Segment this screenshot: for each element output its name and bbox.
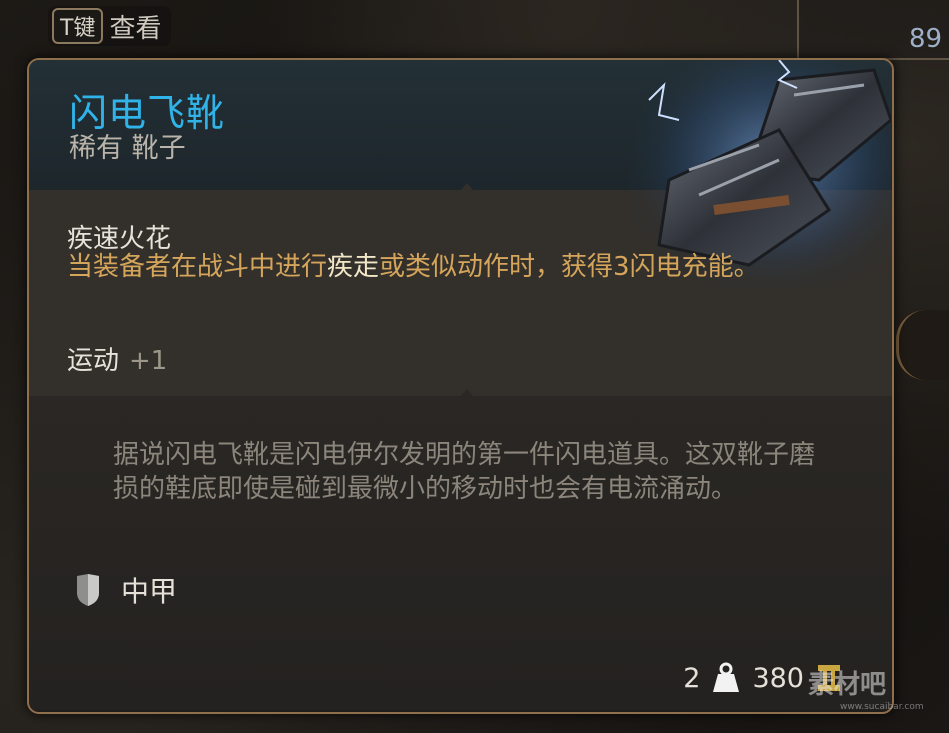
stat-label: 运动: [67, 346, 120, 376]
stat-value: +1: [129, 346, 168, 376]
gold-value: 380: [752, 662, 804, 694]
side-panel-edge: [896, 310, 949, 380]
watermark-url: www.sucaibar.com: [840, 702, 924, 712]
stack-count: 89: [909, 24, 943, 54]
weight-icon: [713, 662, 740, 692]
watermark-logo: 素材吧: [808, 670, 887, 700]
section-divider-notch: [460, 389, 474, 397]
armor-type: 中甲: [75, 570, 177, 610]
section-divider-notch: [460, 183, 474, 191]
keyword-highlight[interactable]: 疾走: [327, 252, 379, 282]
key-badge: T键: [52, 8, 104, 44]
armor-type-label: 中甲: [121, 575, 178, 608]
property-description: 当装备者在战斗中进行疾走或类似动作时，获得3闪电充能。: [67, 252, 760, 282]
view-hint[interactable]: T键 查看: [48, 6, 172, 46]
shield-icon: [77, 574, 99, 606]
hint-label: 查看: [109, 13, 162, 44]
lore-text: 据说闪电飞靴是闪电伊尔发明的第一件闪电道具。这双靴子磨损的鞋底即使是碰到最微小的…: [113, 440, 816, 504]
stat-bonus: 运动 +1: [67, 340, 167, 377]
item-tooltip: 闪电飞靴 稀有 靴子 疾速火花 当装备者在战斗中进行疾走或类似动作时，获得3闪电…: [27, 58, 894, 714]
weight-value: 2: [683, 662, 701, 694]
item-rarity-type: 稀有 靴子: [69, 133, 186, 164]
